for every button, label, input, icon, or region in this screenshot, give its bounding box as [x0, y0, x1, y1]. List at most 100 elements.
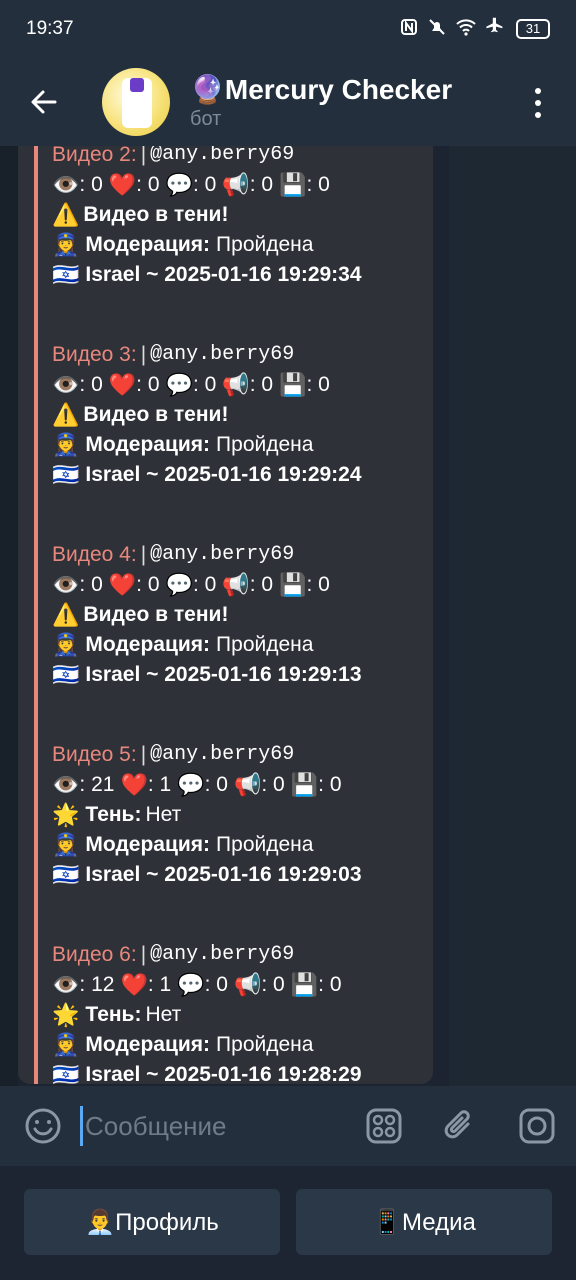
megaphone-icon: 📢 [222, 372, 250, 397]
comment-icon: 💬 [177, 972, 205, 997]
geo-row: 🇮🇱 Israel ~ 2025-01-16 19:29:13 [52, 660, 442, 690]
police-officer-icon: 👮‍♀️ [52, 1032, 80, 1057]
heart-icon: ❤️ [108, 572, 137, 597]
arrow-left-icon [31, 90, 57, 114]
smile-icon [25, 1108, 61, 1144]
saves-count: : 0 [306, 173, 330, 196]
comments-count: : 0 [192, 373, 217, 396]
saves-count: : 0 [306, 573, 330, 596]
emoji-button[interactable] [23, 1106, 63, 1146]
separator: | [140, 743, 147, 766]
heart-icon: ❤️ [120, 972, 148, 997]
eye-icon: 👁️ [52, 172, 80, 197]
likes-count: : 0 [136, 573, 160, 596]
star-icon: 🌟 [52, 802, 80, 827]
moderation-value: Пройдена [216, 233, 314, 256]
likes-count: : 1 [147, 973, 172, 996]
israel-flag-icon: 🇮🇱 [52, 662, 80, 687]
megaphone-icon: 📢 [233, 772, 262, 797]
separator: | [140, 943, 147, 966]
video-label: Видео 3: [52, 343, 137, 366]
moderation-value: Пройдена [216, 833, 314, 856]
entry-title: Видео 3: | @any.berry69 [52, 340, 442, 370]
views-count: : 0 [79, 373, 103, 396]
back-button[interactable] [0, 58, 88, 146]
shadow-warning: ⚠️ Видео в тени! [52, 600, 442, 630]
camera-button[interactable] [517, 1106, 557, 1146]
chat-title-block[interactable]: 🔮Mercury Checker бот [190, 73, 452, 131]
attach-button[interactable] [440, 1106, 480, 1146]
username-link[interactable]: @any.berry69 [150, 940, 294, 970]
israel-flag-icon: 🇮🇱 [52, 462, 80, 487]
geo-row: 🇮🇱 Israel ~ 2025-01-16 19:29:03 [52, 860, 442, 890]
username-link[interactable]: @any.berry69 [150, 740, 294, 770]
comment-icon: 💬 [165, 572, 193, 597]
separator: | [140, 343, 147, 366]
comment-icon: 💬 [177, 772, 205, 797]
comment-icon: 💬 [165, 372, 193, 397]
video-label: Видео 2: [52, 146, 137, 166]
geo-row: 🇮🇱 Israel ~ 2025-01-16 19:29:24 [52, 460, 442, 490]
warning-icon: ⚠️ [52, 402, 80, 427]
profile-button[interactable]: 👨‍💼Профиль [24, 1189, 280, 1255]
shadow-status: 🌟 Тень: Нет [52, 800, 442, 830]
status-bar: 19:37 31 [0, 0, 576, 58]
shadow-value: Нет [145, 1003, 182, 1026]
moderation-row: 👮‍♀️ Модерация: Пройдена [52, 430, 442, 460]
battery-icon: 31 [516, 19, 550, 39]
video-entry: Видео 4: | @any.berry69 👁️: 0 ❤️: 0 💬: 0… [52, 540, 442, 690]
stats-row: 👁️: 12 ❤️: 1 💬: 0 📢: 0 💾: 0 [52, 970, 442, 1000]
megaphone-icon: 📢 [222, 572, 250, 597]
warning-text: Видео в тени! [83, 403, 229, 426]
more-menu-button[interactable] [524, 88, 552, 118]
views-count: : 12 [79, 973, 115, 996]
eye-icon: 👁️ [52, 372, 80, 397]
views-count: : 21 [79, 773, 115, 796]
floppy-icon: 💾 [279, 172, 307, 197]
warning-text: Видео в тени! [83, 603, 229, 626]
message-input[interactable] [80, 1106, 350, 1146]
geo-time: Israel ~ 2025-01-16 19:29:34 [85, 263, 362, 286]
saves-count: : 0 [306, 373, 330, 396]
media-button[interactable]: 📱Медиа [296, 1189, 552, 1255]
avatar[interactable] [102, 68, 170, 136]
shares-count: : 0 [249, 373, 274, 396]
heart-icon: ❤️ [120, 772, 148, 797]
stats-row: 👁️: 0 ❤️: 0 💬: 0 📢: 0 💾: 0 [52, 370, 442, 400]
username-link[interactable]: @any.berry69 [150, 540, 294, 570]
camera-icon [519, 1108, 555, 1144]
geo-time: Israel ~ 2025-01-16 19:29:24 [85, 463, 362, 486]
comments-count: : 0 [192, 573, 217, 596]
paperclip-icon [444, 1110, 470, 1139]
geo-time: Israel ~ 2025-01-16 19:28:29 [85, 1063, 362, 1086]
stats-row: 👁️: 21 ❤️: 1 💬: 0 📢: 0 💾: 0 [52, 770, 442, 800]
moderation-label: Модерация: [85, 633, 211, 656]
username-link[interactable]: @any.berry69 [150, 146, 294, 170]
bot-commands-button[interactable] [364, 1106, 404, 1146]
saves-count: : 0 [318, 973, 342, 996]
video-entry: Видео 5: | @any.berry69 👁️: 21 ❤️: 1 💬: … [52, 740, 442, 890]
moderation-value: Пройдена [216, 433, 314, 456]
moderation-row: 👮‍♀️ Модерация: Пройдена [52, 1030, 442, 1060]
entry-title: Видео 2: | @any.berry69 [52, 146, 442, 170]
geo-row: 🇮🇱 Israel ~ 2025-01-16 19:28:29 [52, 1060, 442, 1086]
entry-title: Видео 4: | @any.berry69 [52, 540, 442, 570]
star-icon: 🌟 [52, 1002, 80, 1027]
eye-icon: 👁️ [52, 572, 80, 597]
likes-count: : 1 [147, 773, 172, 796]
geo-time: Israel ~ 2025-01-16 19:29:13 [85, 663, 362, 686]
police-officer-icon: 👮‍♀️ [52, 232, 80, 257]
israel-flag-icon: 🇮🇱 [52, 862, 80, 887]
police-officer-icon: 👮‍♀️ [52, 432, 80, 457]
police-officer-icon: 👮‍♀️ [52, 832, 80, 857]
username-link[interactable]: @any.berry69 [150, 340, 294, 370]
chat-area[interactable]: Видео 2: | @any.berry69 👁️: 0 ❤️: 0 💬: 0… [0, 146, 576, 1086]
video-entry: Видео 2: | @any.berry69 👁️: 0 ❤️: 0 💬: 0… [52, 146, 442, 290]
eye-icon: 👁️ [52, 772, 80, 797]
shadow-warning: ⚠️ Видео в тени! [52, 400, 442, 430]
moderation-row: 👮‍♀️ Модерация: Пройдена [52, 230, 442, 260]
israel-flag-icon: 🇮🇱 [52, 1062, 80, 1086]
megaphone-icon: 📢 [222, 172, 250, 197]
floppy-icon: 💾 [279, 372, 307, 397]
moderation-value: Пройдена [216, 1033, 314, 1056]
